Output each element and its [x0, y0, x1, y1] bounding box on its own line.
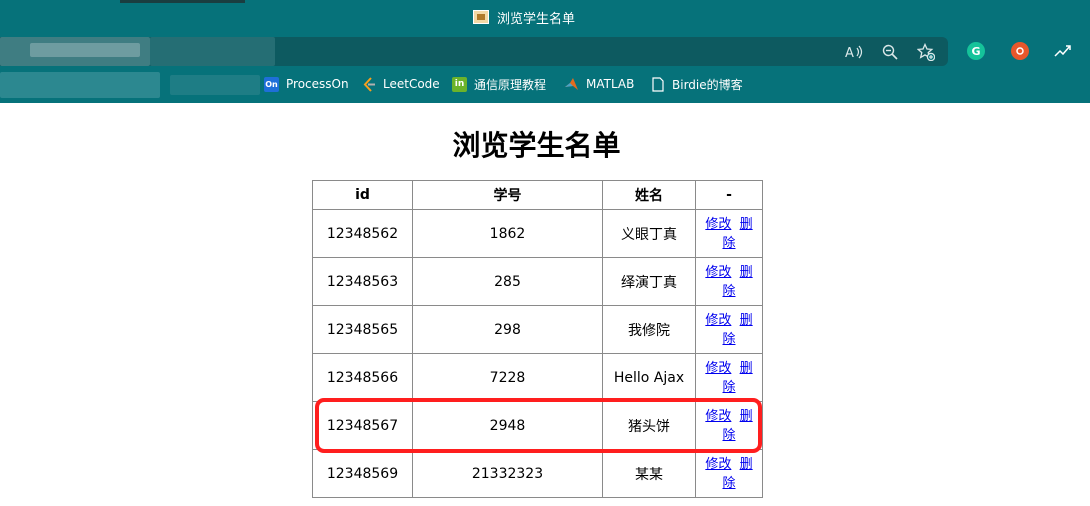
cell-name: Hello Ajax	[602, 353, 696, 402]
blurred-url	[150, 37, 275, 66]
edit-link[interactable]: 修改	[705, 361, 731, 376]
edit-link[interactable]: 修改	[705, 457, 731, 472]
processon-icon: On	[264, 76, 279, 92]
cell-actions: 修改 删除	[695, 305, 763, 354]
delete-link-text: 删	[739, 216, 753, 232]
cell-name: 猪头饼	[602, 401, 696, 450]
table-row: 12348563 285 绎演丁真 修改 删除	[312, 257, 763, 306]
cell-student-number: 285	[412, 257, 603, 306]
cell-name: 义眼丁真	[602, 209, 696, 258]
cell-actions: 修改 删除	[695, 209, 763, 258]
matlab-icon	[564, 77, 579, 92]
page-icon	[650, 76, 665, 92]
book-icon: in	[452, 76, 467, 92]
bookmark-comm-principles[interactable]: in 通信原理教程	[452, 72, 546, 96]
delete-link-text: 除	[722, 475, 736, 491]
window-title-group: 浏览学生名单	[473, 8, 576, 27]
zoom-out-icon[interactable]	[876, 40, 904, 64]
cell-student-number: 1862	[412, 209, 603, 258]
edit-link[interactable]: 修改	[705, 265, 731, 280]
edit-link[interactable]: 修改	[705, 409, 731, 424]
bookmark-label: ProcessOn	[286, 77, 349, 91]
table-row: 12348562 1862 义眼丁真 修改 删除	[312, 209, 763, 258]
delete-link-text: 删	[739, 312, 753, 328]
cell-name: 绎演丁真	[602, 257, 696, 306]
bookmarks-bar: On ProcessOn LeetCode in 通信原理教程 MATLAB B…	[0, 72, 1090, 98]
cell-actions: 修改 删除	[695, 449, 763, 498]
window-title: 浏览学生名单	[497, 11, 576, 27]
cell-id: 12348563	[312, 257, 413, 306]
bookmark-label: LeetCode	[383, 77, 440, 91]
delete-link-text: 删	[739, 264, 753, 280]
title-bar: 浏览学生名单	[0, 0, 1090, 34]
bookmark-label: Birdie的博客	[672, 77, 743, 92]
delete-link-text: 删	[739, 408, 753, 424]
page-title: 浏览学生名单	[452, 129, 621, 162]
bookmark-label: MATLAB	[586, 77, 635, 91]
column-header-actions: -	[695, 180, 763, 210]
edit-link[interactable]: 修改	[705, 313, 731, 328]
browser-chrome: 浏览学生名单 A G On ProcessOn LeetCode in 通信原理…	[0, 0, 1090, 103]
leetcode-icon	[361, 76, 376, 92]
cell-name: 我修院	[602, 305, 696, 354]
blurred-bookmarks	[170, 75, 260, 95]
cell-name: 某某	[602, 449, 696, 498]
table-header-row: id 学号 姓名 -	[312, 180, 763, 210]
column-header-id: id	[312, 180, 413, 210]
table-row: 12348567 2948 猪头饼 修改 删除	[312, 401, 763, 450]
delete-link-text: 除	[722, 283, 736, 299]
grammarly-icon[interactable]: G	[967, 42, 985, 60]
cell-actions: 修改 删除	[695, 257, 763, 306]
student-table: id 学号 姓名 - 12348562 1862 义眼丁真 修改 删除 12348563…	[312, 180, 763, 498]
cell-id: 12348562	[312, 209, 413, 258]
page-favicon-icon	[473, 10, 489, 24]
delete-link-text: 除	[722, 235, 736, 251]
delete-link-text: 除	[722, 427, 736, 443]
cell-actions: 修改 删除	[695, 401, 763, 450]
cell-student-number: 298	[412, 305, 603, 354]
delete-link-text: 除	[722, 331, 736, 347]
cell-student-number: 2948	[412, 401, 603, 450]
read-aloud-icon[interactable]: A	[840, 40, 868, 64]
table-row: 12348569 21332323 某某 修改 删除	[312, 449, 763, 498]
cell-id: 12348565	[312, 305, 413, 354]
bookmark-birdie-blog[interactable]: Birdie的博客	[650, 72, 743, 96]
address-bar[interactable]	[0, 37, 948, 66]
cell-id: 12348566	[312, 353, 413, 402]
window-strip	[120, 0, 245, 3]
blurred-bookmarks	[0, 72, 160, 98]
cell-id: 12348567	[312, 401, 413, 450]
delete-link-text: 删	[739, 456, 753, 472]
extension-chart-icon[interactable]	[1054, 42, 1072, 60]
column-header-name: 姓名	[602, 180, 696, 210]
cell-student-number: 7228	[412, 353, 603, 402]
column-header-number: 学号	[412, 180, 603, 210]
bookmark-leetcode[interactable]: LeetCode	[361, 72, 440, 96]
blurred-url	[30, 43, 140, 57]
svg-text:A: A	[845, 46, 854, 60]
bookmark-label: 通信原理教程	[474, 77, 547, 92]
bookmark-processon[interactable]: On ProcessOn	[264, 72, 349, 96]
delete-link-text: 删	[739, 360, 753, 376]
cell-student-number: 21332323	[412, 449, 603, 498]
add-favorite-icon[interactable]	[912, 40, 940, 64]
cell-id: 12348569	[312, 449, 413, 498]
extension-orange-icon[interactable]	[1011, 42, 1029, 60]
edit-link[interactable]: 修改	[705, 217, 731, 232]
delete-link-text: 除	[722, 379, 736, 395]
bookmark-matlab[interactable]: MATLAB	[564, 72, 634, 96]
table-row: 12348566 7228 Hello Ajax 修改 删除	[312, 353, 763, 402]
table-row: 12348565 298 我修院 修改 删除	[312, 305, 763, 354]
cell-actions: 修改 删除	[695, 353, 763, 402]
